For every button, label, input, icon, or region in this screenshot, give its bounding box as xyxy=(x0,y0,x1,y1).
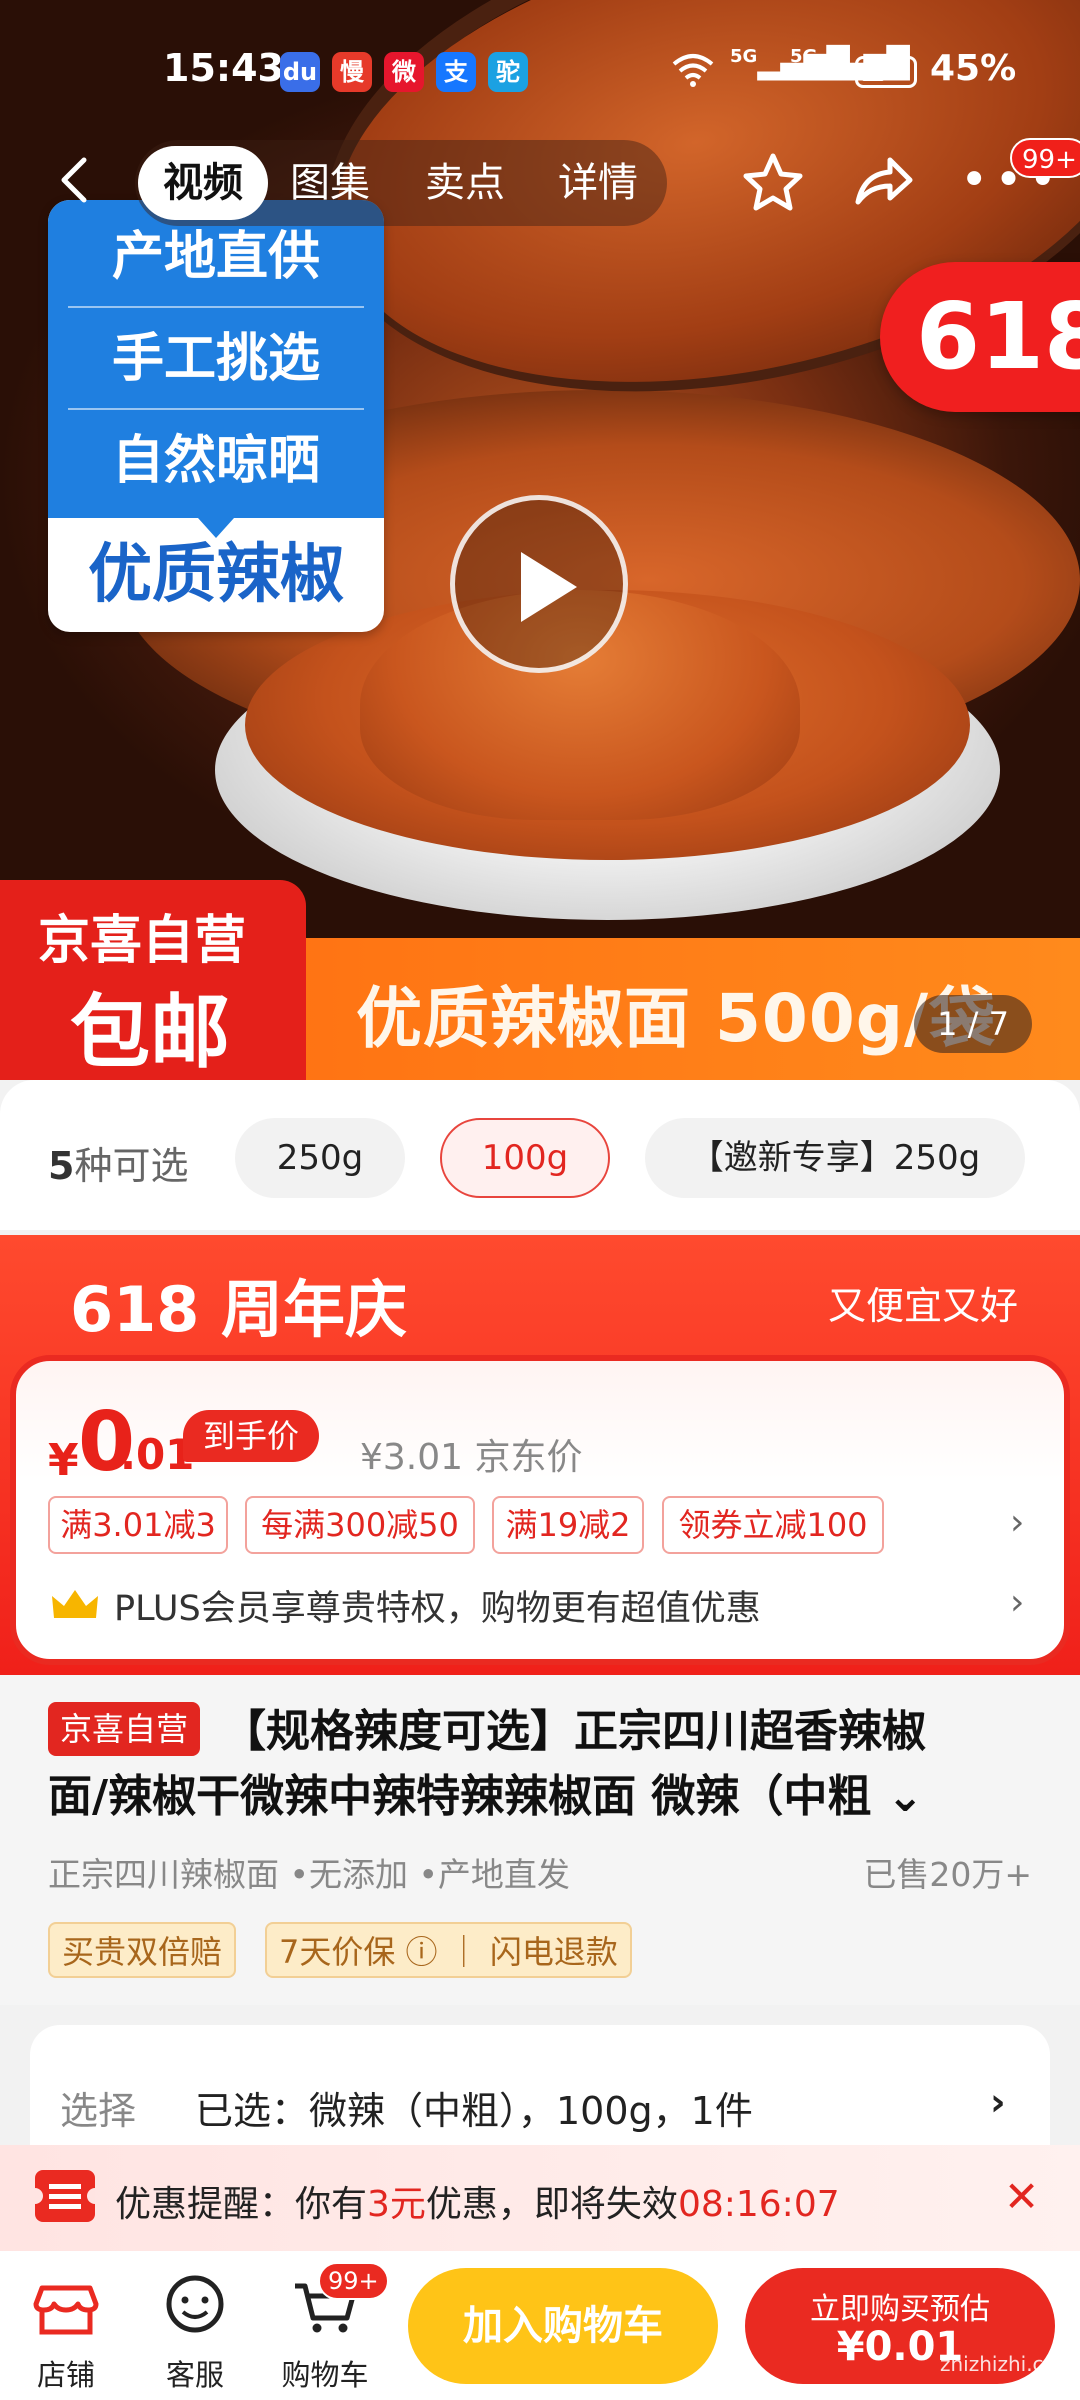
jingxi-self-tag: 京喜自营 xyxy=(48,1702,201,1756)
media-tabs: 视频 图集 卖点 详情 xyxy=(135,140,667,226)
store-button[interactable]: 店铺 xyxy=(16,2270,116,2392)
selection-value[interactable]: 已选：微辣（中粗），100g，1件 xyxy=(195,2080,753,2135)
back-button[interactable] xyxy=(48,150,108,210)
play-button[interactable] xyxy=(450,495,628,673)
tag-pointer-icon xyxy=(198,518,234,538)
selection-arrow-icon[interactable]: › xyxy=(990,2080,1006,2124)
status-bar: 15:43 du 慢 微 支 驼 5G▂▄▆█ 5G▂▄▆█ 45% xyxy=(0,40,1080,104)
product-subtitle: 正宗四川辣椒面 •无添加 •产地直发 xyxy=(48,1855,570,1894)
price-currency: ¥ xyxy=(48,1435,79,1486)
store-icon xyxy=(33,2285,99,2335)
battery-percent: 45% xyxy=(930,48,1017,89)
anniversary-slogan: 又便宜又好 xyxy=(828,1284,1019,1328)
free-shipping-badge: 京喜自营 包邮 xyxy=(0,880,306,1080)
man-icon: 慢 xyxy=(332,52,372,92)
sold-count: 已售20万+ xyxy=(863,1855,1032,1894)
back-arrow-icon xyxy=(61,157,87,203)
tab-gallery[interactable]: 图集 xyxy=(265,140,395,226)
baidu-icon: du xyxy=(280,52,320,92)
jd-price: ¥3.01 京东价 xyxy=(360,1437,583,1478)
coupon-3[interactable]: 满19减2 xyxy=(492,1496,644,1554)
feature-line-3: 自然晾晒 xyxy=(111,431,320,491)
feature-tag-box: 产地直供 手工挑选 自然晾晒 优质辣椒 xyxy=(48,200,384,632)
banner-product-text: 优质辣椒面 500g/袋 xyxy=(356,980,997,1057)
price-guarantee-badge[interactable]: 买贵双倍赔 xyxy=(48,1922,237,1978)
tab-selling-points[interactable]: 卖点 xyxy=(400,140,530,226)
alipay-icon: 支 xyxy=(436,52,476,92)
customer-service-button[interactable]: 客服 xyxy=(145,2270,245,2392)
image-counter: 1 / 7 xyxy=(914,995,1032,1053)
cart-label: 购物车 xyxy=(281,2358,369,2392)
customer-service-icon xyxy=(166,2275,224,2333)
coupon-4[interactable]: 领券立减100 xyxy=(662,1496,884,1554)
add-to-cart-button[interactable]: 加入购物车 xyxy=(408,2268,718,2384)
weibo-icon: 微 xyxy=(384,52,424,92)
clock: 15:43 xyxy=(163,46,284,90)
spec-option-100g[interactable]: 100g xyxy=(440,1118,610,1198)
watermark: zhizhizhi.com xyxy=(940,2352,1076,2376)
price-protect-badge[interactable]: 7天价保 ⓘ ｜ 闪电退款 xyxy=(265,1922,632,1978)
spec-count-label: 5种可选 xyxy=(48,1144,189,1188)
store-label: 店铺 xyxy=(36,2358,95,2392)
product-title-line2[interactable]: 面/辣椒干微辣中辣特辣辣椒面 微辣（中粗 ⌄ xyxy=(48,1760,924,1824)
crown-icon xyxy=(52,1590,98,1618)
camel-icon: 驼 xyxy=(488,52,528,92)
share-icon[interactable] xyxy=(850,150,916,216)
favorite-star-icon[interactable] xyxy=(740,150,806,216)
cart-count-badge: 99+ xyxy=(318,2262,389,2300)
wifi-icon xyxy=(672,54,714,87)
buy-now-label: 立即购买预估 xyxy=(810,2292,990,2327)
plus-chevron-icon[interactable]: › xyxy=(1010,1582,1024,1623)
coupon-2[interactable]: 每满300减50 xyxy=(245,1496,475,1554)
battery-icon xyxy=(855,56,917,88)
coupon-reminder-icon xyxy=(27,2170,103,2222)
selection-label: 选择 xyxy=(60,2089,137,2133)
feature-line-2: 手工挑选 xyxy=(68,308,364,410)
promo-618-badge: 618 xyxy=(880,262,1080,412)
coupon-1[interactable]: 满3.01减3 xyxy=(48,1496,228,1554)
product-title-line1: 【规格辣度可选】正宗四川超香辣椒 xyxy=(222,1706,926,1757)
play-icon xyxy=(521,552,577,622)
badge-free-shipping-label: 包邮 xyxy=(70,986,230,1079)
final-price-tag: 到手价 xyxy=(183,1410,320,1462)
plus-member-text[interactable]: PLUS会员享尊贵特权，购物更有超值优惠 xyxy=(114,1580,761,1631)
spec-option-250g[interactable]: 250g xyxy=(235,1118,405,1198)
coupon-more-chevron-icon[interactable]: › xyxy=(1010,1502,1024,1543)
tab-video[interactable]: 视频 xyxy=(138,146,268,220)
badge-jingxi-label: 京喜自营 xyxy=(38,911,247,971)
customer-service-label: 客服 xyxy=(165,2358,224,2392)
close-icon[interactable]: ✕ xyxy=(1004,2172,1039,2221)
spec-option-invite-250g[interactable]: 【邀新专享】250g xyxy=(645,1118,1025,1198)
coupon-reminder-text: 优惠提醒：你有3元优惠，即将失效08:16:07 xyxy=(115,2184,840,2225)
anniversary-title: 618 周年庆 xyxy=(70,1273,408,1346)
tab-details[interactable]: 详情 xyxy=(533,140,663,226)
message-badge: 99+ xyxy=(1010,138,1080,178)
